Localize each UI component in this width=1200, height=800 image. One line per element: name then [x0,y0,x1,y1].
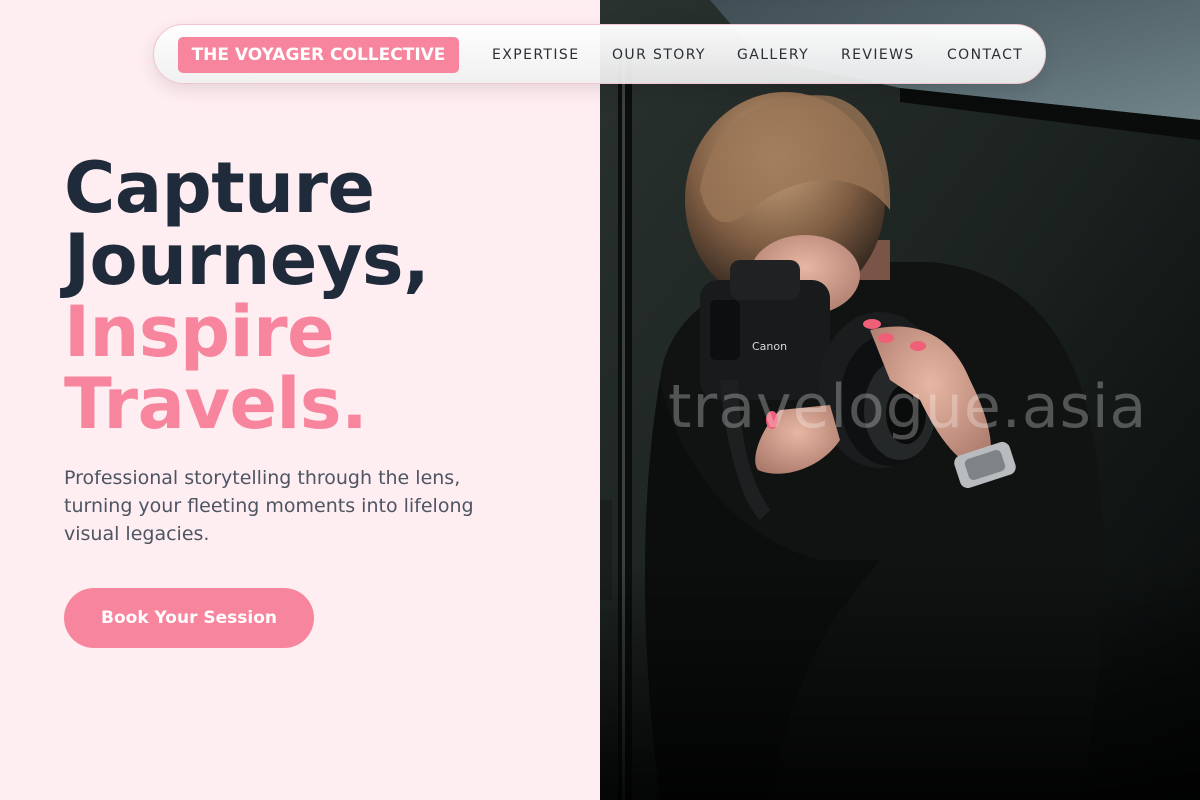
nav-link-expertise[interactable]: EXPERTISE [492,25,579,85]
nav-link-reviews[interactable]: REVIEWS [841,25,915,85]
hero-accent-line-1: Inspire [64,291,335,373]
hero-subtitle: Professional storytelling through the le… [64,467,474,545]
nav-link-contact[interactable]: CONTACT [947,25,1023,85]
brand-logo[interactable]: THE VOYAGER COLLECTIVE [178,37,459,73]
hero-title-line-2: Journeys, [64,219,430,301]
hero-accent-line-2: Travels. [64,363,368,445]
hero-title: Capture Journeys, Inspire Travels. [64,147,430,445]
camera-brand-label: Canon [752,340,787,353]
nav-link-our-story[interactable]: OUR STORY [612,25,706,85]
book-session-button[interactable]: Book Your Session [64,588,314,648]
hero-title-line-1: Capture [64,147,375,229]
top-navbar: THE VOYAGER COLLECTIVE EXPERTISE OUR STO… [153,24,1046,84]
watermark-text: travelogue.asia [668,372,1148,442]
nav-link-gallery[interactable]: GALLERY [737,25,809,85]
